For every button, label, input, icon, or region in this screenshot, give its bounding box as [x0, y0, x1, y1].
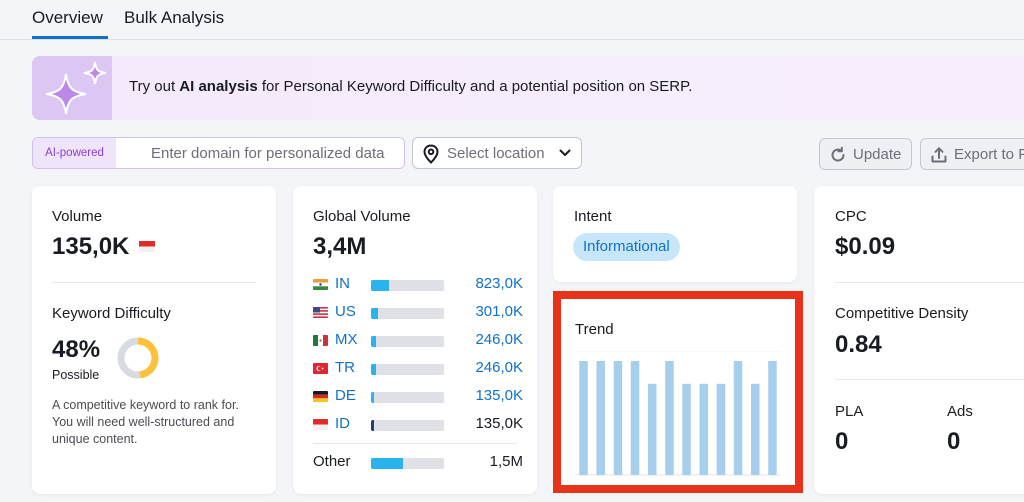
trend-bar[interactable] — [613, 361, 623, 475]
volume-value: 135,0K — [52, 233, 130, 260]
country-code[interactable]: US — [335, 303, 356, 320]
trend-bar[interactable] — [699, 383, 709, 475]
refresh-icon — [831, 146, 845, 162]
trend-bar[interactable] — [596, 361, 606, 475]
chevron-down-icon — [559, 149, 571, 156]
mexico-flag-icon — [313, 335, 328, 346]
cpc-value: $0.09 — [835, 233, 896, 260]
trend-bar[interactable] — [630, 361, 640, 475]
banner-text: Try out AI analysis for Personal Keyword… — [129, 78, 693, 95]
global-volume-label: Global Volume — [313, 208, 411, 225]
indonesia-flag-icon — [313, 419, 328, 430]
country-row-tr[interactable]: TR 246,0K — [313, 359, 523, 379]
trend-chart — [575, 351, 781, 476]
global-volume-card: Global Volume 3,4M IN 823,0K US 301,0K M… — [293, 186, 537, 494]
divider — [835, 282, 1024, 283]
country-share-bar — [371, 392, 444, 403]
trend-bar[interactable] — [682, 383, 691, 475]
difficulty-description: A competitive keyword to rank for. You w… — [52, 398, 239, 446]
global-volume-value: 3,4M — [313, 233, 367, 260]
ads-label: Ads — [947, 403, 973, 420]
active-tab-indicator — [32, 36, 108, 39]
tab-bar: Overview Bulk Analysis — [0, 0, 1024, 40]
country-volume: 135,0K — [475, 415, 523, 432]
country-share-bar — [371, 280, 444, 291]
sparkles-icon — [32, 56, 112, 120]
cpc-label: CPC — [835, 208, 867, 225]
india-flag-icon — [313, 279, 328, 290]
keyword-difficulty-value: 48% — [52, 336, 101, 363]
trend-bar[interactable] — [579, 361, 588, 475]
turkey-flag-icon — [313, 363, 328, 374]
location-select[interactable]: Select location — [412, 137, 582, 169]
difficulty-level: Possible — [52, 368, 100, 382]
keyword-difficulty-label: Keyword Difficulty — [52, 305, 171, 322]
ai-domain-filter: AI-powered — [32, 137, 405, 169]
country-code[interactable]: TR — [335, 359, 355, 376]
pla-value: 0 — [835, 428, 849, 455]
volume-label: Volume — [52, 208, 103, 225]
country-code[interactable]: ID — [335, 415, 350, 432]
trend-label: Trend — [575, 321, 614, 338]
divider — [313, 443, 517, 444]
competitive-density-value: 0.84 — [835, 331, 882, 358]
country-code[interactable]: IN — [335, 275, 350, 292]
update-label: Update — [853, 146, 902, 163]
export-icon — [931, 147, 947, 163]
country-code[interactable]: DE — [335, 387, 356, 404]
country-share-bar — [371, 336, 444, 347]
tab-bulk-analysis[interactable]: Bulk Analysis — [124, 8, 224, 28]
trend-bar[interactable] — [751, 383, 760, 475]
country-row-id[interactable]: ID 135,0K — [313, 415, 523, 435]
other-volume: 1,5M — [489, 453, 523, 470]
divider — [835, 379, 1024, 380]
pla-label: PLA — [835, 403, 864, 420]
country-share-bar — [371, 420, 444, 431]
country-row-us[interactable]: US 301,0K — [313, 303, 523, 323]
location-placeholder: Select location — [447, 145, 545, 162]
trend-card: Trend — [553, 291, 803, 493]
country-share-bar — [371, 308, 444, 319]
domain-input[interactable] — [118, 138, 404, 168]
banner-highlight[interactable]: AI analysis — [179, 78, 257, 95]
tab-overview[interactable]: Overview — [32, 8, 103, 28]
country-row-in[interactable]: IN 823,0K — [313, 275, 523, 295]
usa-flag-icon — [313, 307, 328, 318]
ai-powered-badge: AI-powered — [33, 138, 116, 168]
country-volume[interactable]: 823,0K — [475, 275, 523, 292]
country-volume[interactable]: 135,0K — [475, 387, 523, 404]
trend-bar[interactable] — [648, 383, 657, 475]
ai-analysis-banner[interactable]: Try out AI analysis for Personal Keyword… — [32, 56, 1024, 120]
country-volume[interactable]: 246,0K — [475, 331, 523, 348]
country-row-de[interactable]: DE 135,0K — [313, 387, 523, 407]
country-row-mx[interactable]: MX 246,0K — [313, 331, 523, 351]
country-volume[interactable]: 246,0K — [475, 359, 523, 376]
volume-card: Volume 135,0K Keyword Difficulty 48% Pos… — [32, 186, 276, 494]
location-pin-icon — [423, 144, 439, 164]
trend-bar[interactable] — [768, 361, 777, 475]
intent-card: Intent Informational — [553, 186, 797, 282]
competitive-density-label: Competitive Density — [835, 305, 969, 322]
intent-badge[interactable]: Informational — [573, 233, 680, 261]
country-row-other: Other 1,5M — [313, 453, 523, 473]
export-label: Export to PDF — [954, 146, 1024, 163]
trend-bar[interactable] — [665, 361, 674, 475]
divider — [52, 282, 256, 283]
indonesia-flag-icon — [139, 241, 155, 252]
cpc-card: CPC $0.09 Competitive Density 0.84 PLA 0… — [814, 186, 1024, 494]
other-label: Other — [313, 453, 351, 470]
intent-label: Intent — [574, 208, 612, 225]
country-volume[interactable]: 301,0K — [475, 303, 523, 320]
difficulty-donut — [117, 337, 159, 379]
trend-bar[interactable] — [716, 383, 726, 475]
update-button[interactable]: Update — [819, 138, 912, 170]
other-share-bar — [371, 458, 444, 469]
country-share-bar — [371, 364, 444, 375]
germany-flag-icon — [313, 391, 328, 402]
ads-value: 0 — [947, 428, 961, 455]
trend-bar[interactable] — [733, 361, 743, 475]
country-code[interactable]: MX — [335, 331, 358, 348]
export-pdf-button[interactable]: Export to PDF — [920, 138, 1024, 170]
